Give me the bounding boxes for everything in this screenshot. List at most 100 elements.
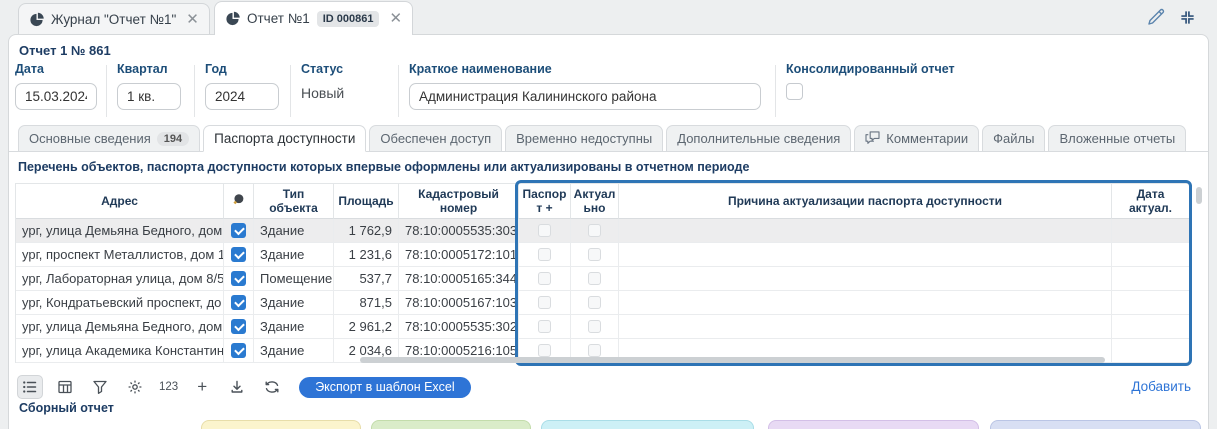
- passport-checkbox[interactable]: [538, 272, 551, 285]
- window-tab-report[interactable]: Отчет №1 ID 000861 ✕: [214, 1, 413, 35]
- table-view-icon[interactable]: [52, 375, 78, 399]
- col-passport[interactable]: Паспорт +: [519, 184, 571, 219]
- quarter-input[interactable]: [117, 83, 181, 110]
- passport-checkbox[interactable]: [538, 224, 551, 237]
- cell-reason[interactable]: [619, 219, 1112, 243]
- cell-selected[interactable]: [224, 339, 254, 363]
- summary-tab-2[interactable]: [371, 420, 531, 429]
- row-checkbox[interactable]: [231, 223, 246, 238]
- col-address[interactable]: Адрес: [16, 184, 224, 219]
- row-checkbox[interactable]: [231, 271, 246, 286]
- cell-date[interactable]: [1112, 291, 1190, 315]
- vertical-scrollbar[interactable]: [1196, 187, 1202, 204]
- consolidated-checkbox[interactable]: [786, 83, 803, 100]
- cell-actual[interactable]: [571, 315, 619, 339]
- add-column-icon[interactable]: +: [189, 375, 215, 399]
- tab-comments[interactable]: Комментарии: [854, 125, 979, 152]
- row-checkbox[interactable]: [231, 343, 246, 358]
- add-row-link[interactable]: Добавить: [1131, 379, 1191, 394]
- cell-date[interactable]: [1112, 267, 1190, 291]
- tab-files[interactable]: Файлы: [982, 125, 1045, 152]
- cell-date[interactable]: [1112, 315, 1190, 339]
- cell-area[interactable]: 1 231,6: [334, 243, 399, 267]
- cell-selected[interactable]: [224, 315, 254, 339]
- export-excel-button[interactable]: Экспорт в шаблон Excel: [299, 377, 470, 398]
- edit-pencil-icon[interactable]: [1146, 7, 1166, 32]
- cell-area[interactable]: 537,7: [334, 267, 399, 291]
- list-view-icon[interactable]: [17, 375, 43, 399]
- cell-date[interactable]: [1112, 243, 1190, 267]
- passport-checkbox[interactable]: [538, 296, 551, 309]
- cell-area[interactable]: 871,5: [334, 291, 399, 315]
- window-tab-journal[interactable]: Журнал "Отчет №1" ✕: [18, 3, 210, 34]
- cell-cadastral[interactable]: 78:10:0005165:344: [399, 267, 519, 291]
- row-checkbox[interactable]: [231, 295, 246, 310]
- tab-additional-info[interactable]: Дополнительные сведения: [666, 125, 851, 152]
- summary-tab-1[interactable]: [201, 420, 361, 429]
- cell-area[interactable]: 2 961,2: [334, 315, 399, 339]
- cell-address[interactable]: ург, улица Демьяна Бедного, дом: [16, 219, 224, 243]
- cell-reason[interactable]: [619, 243, 1112, 267]
- cell-selected[interactable]: [224, 219, 254, 243]
- passport-checkbox[interactable]: [538, 248, 551, 261]
- passport-checkbox[interactable]: [538, 320, 551, 333]
- summary-tab-4[interactable]: [768, 420, 979, 429]
- cell-address[interactable]: ург, проспект Металлистов, дом 1: [16, 243, 224, 267]
- settings-gear-icon[interactable]: [122, 375, 148, 399]
- cell-cadastral[interactable]: 78:10:0005535:3028: [399, 315, 519, 339]
- actual-checkbox[interactable]: [588, 320, 601, 333]
- cell-passport[interactable]: [519, 267, 571, 291]
- row-checkbox[interactable]: [231, 247, 246, 262]
- close-icon[interactable]: ✕: [389, 11, 402, 26]
- cell-object-type[interactable]: Помещение: [254, 267, 334, 291]
- col-area[interactable]: Площадь: [334, 184, 399, 219]
- cell-cadastral[interactable]: 78:10:0005172:1013: [399, 243, 519, 267]
- short-name-input[interactable]: [409, 83, 761, 110]
- cell-reason[interactable]: [619, 291, 1112, 315]
- cell-passport[interactable]: [519, 243, 571, 267]
- cell-object-type[interactable]: Здание: [254, 291, 334, 315]
- cell-object-type[interactable]: Здание: [254, 315, 334, 339]
- cell-reason[interactable]: [619, 267, 1112, 291]
- filter-icon[interactable]: [87, 375, 113, 399]
- cell-address[interactable]: ург, Кондратьевский проспект, до: [16, 291, 224, 315]
- refresh-icon[interactable]: [259, 375, 285, 399]
- col-actualization-date[interactable]: Дата актуал.: [1112, 184, 1190, 219]
- actual-checkbox[interactable]: [588, 296, 601, 309]
- cell-actual[interactable]: [571, 219, 619, 243]
- cell-object-type[interactable]: Здание: [254, 243, 334, 267]
- cell-actual[interactable]: [571, 291, 619, 315]
- date-input[interactable]: [15, 83, 97, 110]
- collapse-icon[interactable]: [1179, 9, 1196, 31]
- tab-accessibility-passports[interactable]: Паспорта доступности: [203, 125, 366, 152]
- col-actualization-reason[interactable]: Причина актуализации паспорта доступност…: [619, 184, 1112, 219]
- close-icon[interactable]: ✕: [186, 12, 199, 27]
- summary-tab-3[interactable]: [541, 420, 754, 429]
- cell-selected[interactable]: [224, 267, 254, 291]
- cell-cadastral[interactable]: 78:10:0005167:1039: [399, 291, 519, 315]
- year-input[interactable]: [205, 83, 279, 110]
- tab-main-info[interactable]: Основные сведения194: [18, 125, 200, 152]
- summary-tab-5[interactable]: [990, 420, 1201, 429]
- col-cadastral-number[interactable]: Кадастровый номер: [399, 184, 519, 219]
- col-object-icon[interactable]: [224, 184, 254, 219]
- col-object-type[interactable]: Тип объекта: [254, 184, 334, 219]
- cell-object-type[interactable]: Здание: [254, 339, 334, 363]
- actual-checkbox[interactable]: [588, 248, 601, 261]
- cell-actual[interactable]: [571, 243, 619, 267]
- cell-actual[interactable]: [571, 267, 619, 291]
- passport-checkbox[interactable]: [538, 344, 551, 357]
- cell-date[interactable]: [1112, 339, 1190, 363]
- cell-address[interactable]: ург, Лабораторная улица, дом 8/5: [16, 267, 224, 291]
- cell-reason[interactable]: [619, 315, 1112, 339]
- cell-object-type[interactable]: Здание: [254, 219, 334, 243]
- actual-checkbox[interactable]: [588, 272, 601, 285]
- tab-nested-reports[interactable]: Вложенные отчеты: [1048, 125, 1186, 152]
- actual-checkbox[interactable]: [588, 344, 601, 357]
- tab-temporarily-unavailable[interactable]: Временно недоступны: [505, 125, 663, 152]
- actual-checkbox[interactable]: [588, 224, 601, 237]
- cell-address[interactable]: ург, улица Академика Константин: [16, 339, 224, 363]
- cell-selected[interactable]: [224, 291, 254, 315]
- horizontal-scrollbar[interactable]: [360, 357, 1105, 363]
- col-actual[interactable]: Актуально: [571, 184, 619, 219]
